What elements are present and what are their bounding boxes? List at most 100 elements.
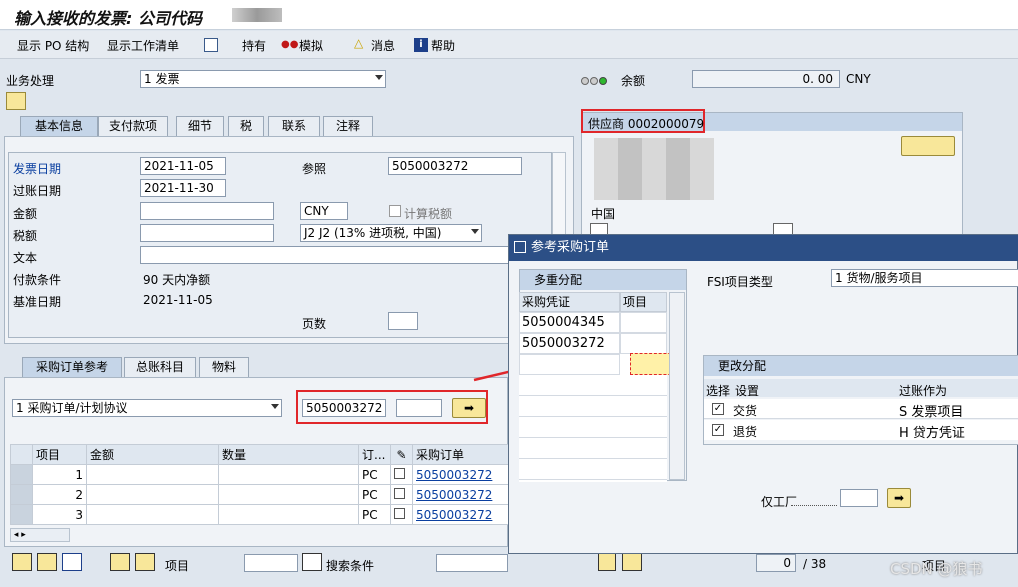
cell-qty[interactable]	[218, 464, 359, 485]
item-cell[interactable]	[620, 312, 667, 333]
new-document-icon[interactable]	[204, 38, 218, 52]
column-header: 金额	[86, 444, 219, 465]
fsi-type-label: FSI项目类型	[707, 275, 773, 289]
column-header: 项目	[32, 444, 87, 465]
baseline-date-label: 基准日期	[13, 295, 62, 309]
balance-currency: CNY	[846, 72, 871, 86]
tab-details[interactable]: 细节	[176, 116, 224, 136]
folder-icon[interactable]	[6, 92, 26, 110]
warning-icon: △	[354, 36, 364, 50]
setting-post: S 发票项目	[899, 405, 964, 420]
select-column-header: 选择	[706, 384, 731, 398]
row-selector[interactable]	[10, 504, 33, 525]
empty-rows	[519, 375, 667, 482]
biz-process-select[interactable]: 1 发票	[140, 70, 386, 88]
text-field[interactable]	[140, 246, 510, 264]
search-criteria-field[interactable]	[436, 554, 508, 572]
tax-code-select[interactable]: J2 J2 (13% 进项税, 中国)	[300, 224, 482, 242]
tab-payment[interactable]: 支付款项	[98, 116, 168, 136]
amount-currency-field[interactable]: CNY	[300, 202, 348, 220]
table-row[interactable]: 1 PC 5050003272	[10, 464, 510, 485]
cell-check[interactable]	[390, 504, 413, 525]
setting-column-header: 设置	[735, 384, 760, 398]
vendor-country: 中国	[591, 207, 616, 221]
cell-po-link[interactable]: 5050003272	[412, 484, 510, 505]
calc-tax-label: 计算税额	[404, 207, 453, 221]
calc-tax-checkbox[interactable]	[389, 205, 401, 217]
tab-gl-account[interactable]: 总账科目	[124, 357, 196, 377]
multi-assign-header: 多重分配	[520, 270, 686, 290]
tax-amount-field[interactable]	[140, 224, 274, 242]
show-worklist-button[interactable]: 显示工作清单	[107, 37, 179, 54]
dialog-scrollbar[interactable]	[669, 292, 685, 480]
simulate-icon[interactable]: ●●	[281, 39, 298, 50]
po-row[interactable]: 5050004345	[519, 312, 620, 333]
page-count: 0	[756, 554, 796, 572]
delivery-checkbox[interactable]: ✓	[712, 403, 724, 415]
return-checkbox[interactable]: ✓	[712, 424, 724, 436]
arrow-right-icon[interactable]: ➡	[452, 398, 486, 418]
table-row[interactable]: 3 PC 5050003272	[10, 504, 510, 525]
reference-field[interactable]: 5050003272	[388, 157, 522, 175]
simulate-button[interactable]: 模拟	[299, 37, 323, 54]
tab-po-reference[interactable]: 采购订单参考	[22, 357, 122, 377]
row-selector[interactable]	[10, 464, 33, 485]
hold-button[interactable]: 持有	[242, 37, 266, 54]
post-as-column-header: 过账作为	[899, 384, 948, 398]
cell-check[interactable]	[390, 484, 413, 505]
cell-amount[interactable]	[86, 464, 219, 485]
find-icon[interactable]	[598, 553, 616, 571]
cell-qty[interactable]	[218, 504, 359, 525]
po-row[interactable]: 5050003272	[519, 333, 620, 354]
vendor-detail-button[interactable]	[901, 136, 955, 156]
find-next-icon[interactable]	[622, 553, 642, 571]
po-grid: 采购凭证 项目 5050004345 5050003272	[519, 292, 676, 482]
deselect-icon[interactable]	[37, 553, 57, 571]
cell-po-link[interactable]: 5050003272	[412, 464, 510, 485]
horizontal-scrollbar[interactable]: ◂ ▸	[10, 528, 70, 542]
po-item-field[interactable]	[396, 399, 442, 417]
row-selector[interactable]	[10, 484, 33, 505]
item-filter-field[interactable]	[244, 554, 298, 572]
amount-field[interactable]	[140, 202, 274, 220]
tab-material[interactable]: 物料	[199, 357, 249, 377]
tab-contact[interactable]: 联系	[268, 116, 320, 136]
item-column-header: 项目	[620, 292, 667, 312]
plant-only-label: 仅工厂	[761, 495, 798, 509]
print-list-icon[interactable]	[110, 553, 130, 571]
po-number-field[interactable]: 5050003272	[302, 399, 386, 417]
tax-label: 税额	[13, 229, 38, 243]
tab-tax[interactable]: 税	[228, 116, 264, 136]
po-row[interactable]	[519, 354, 620, 375]
chevron-down-icon	[375, 75, 383, 80]
search-icon[interactable]	[302, 553, 322, 571]
posting-date-field[interactable]: 2021-11-30	[140, 179, 226, 197]
refresh-icon[interactable]	[62, 553, 82, 571]
filter-icon[interactable]	[135, 553, 155, 571]
cell-unit: PC	[358, 484, 391, 505]
help-button[interactable]: 帮助	[431, 37, 455, 54]
reference-label: 参照	[302, 162, 327, 176]
cell-check[interactable]	[390, 464, 413, 485]
cell-amount[interactable]	[86, 504, 219, 525]
cell-po-link[interactable]: 5050003272	[412, 504, 510, 525]
messages-button[interactable]: 消息	[371, 37, 395, 54]
arrow-right-icon[interactable]: ➡	[887, 488, 911, 508]
plant-field[interactable]	[840, 489, 878, 507]
invoice-date-field[interactable]: 2021-11-05	[140, 157, 226, 175]
select-all-icon[interactable]	[12, 553, 32, 571]
cell-qty[interactable]	[218, 484, 359, 505]
fsi-type-select[interactable]: 1 货物/服务项目	[831, 269, 1018, 287]
item-cell[interactable]	[620, 333, 667, 354]
pages-field[interactable]	[388, 312, 418, 330]
show-po-structure-button[interactable]: 显示 PO 结构	[17, 37, 89, 54]
title-bar: 输入接收的发票: 公司代码	[0, 0, 1018, 30]
po-type-select[interactable]: 1 采购订单/计划协议	[12, 399, 282, 417]
table-row[interactable]: 2 PC 5050003272	[10, 484, 510, 505]
setting-name: 退货	[733, 425, 758, 439]
tab-basic-data[interactable]: 基本信息	[20, 116, 98, 136]
tab-notes[interactable]: 注释	[323, 116, 373, 136]
cell-amount[interactable]	[86, 484, 219, 505]
po-column-header: 采购凭证	[519, 292, 620, 312]
help-icon[interactable]: i	[414, 38, 428, 52]
